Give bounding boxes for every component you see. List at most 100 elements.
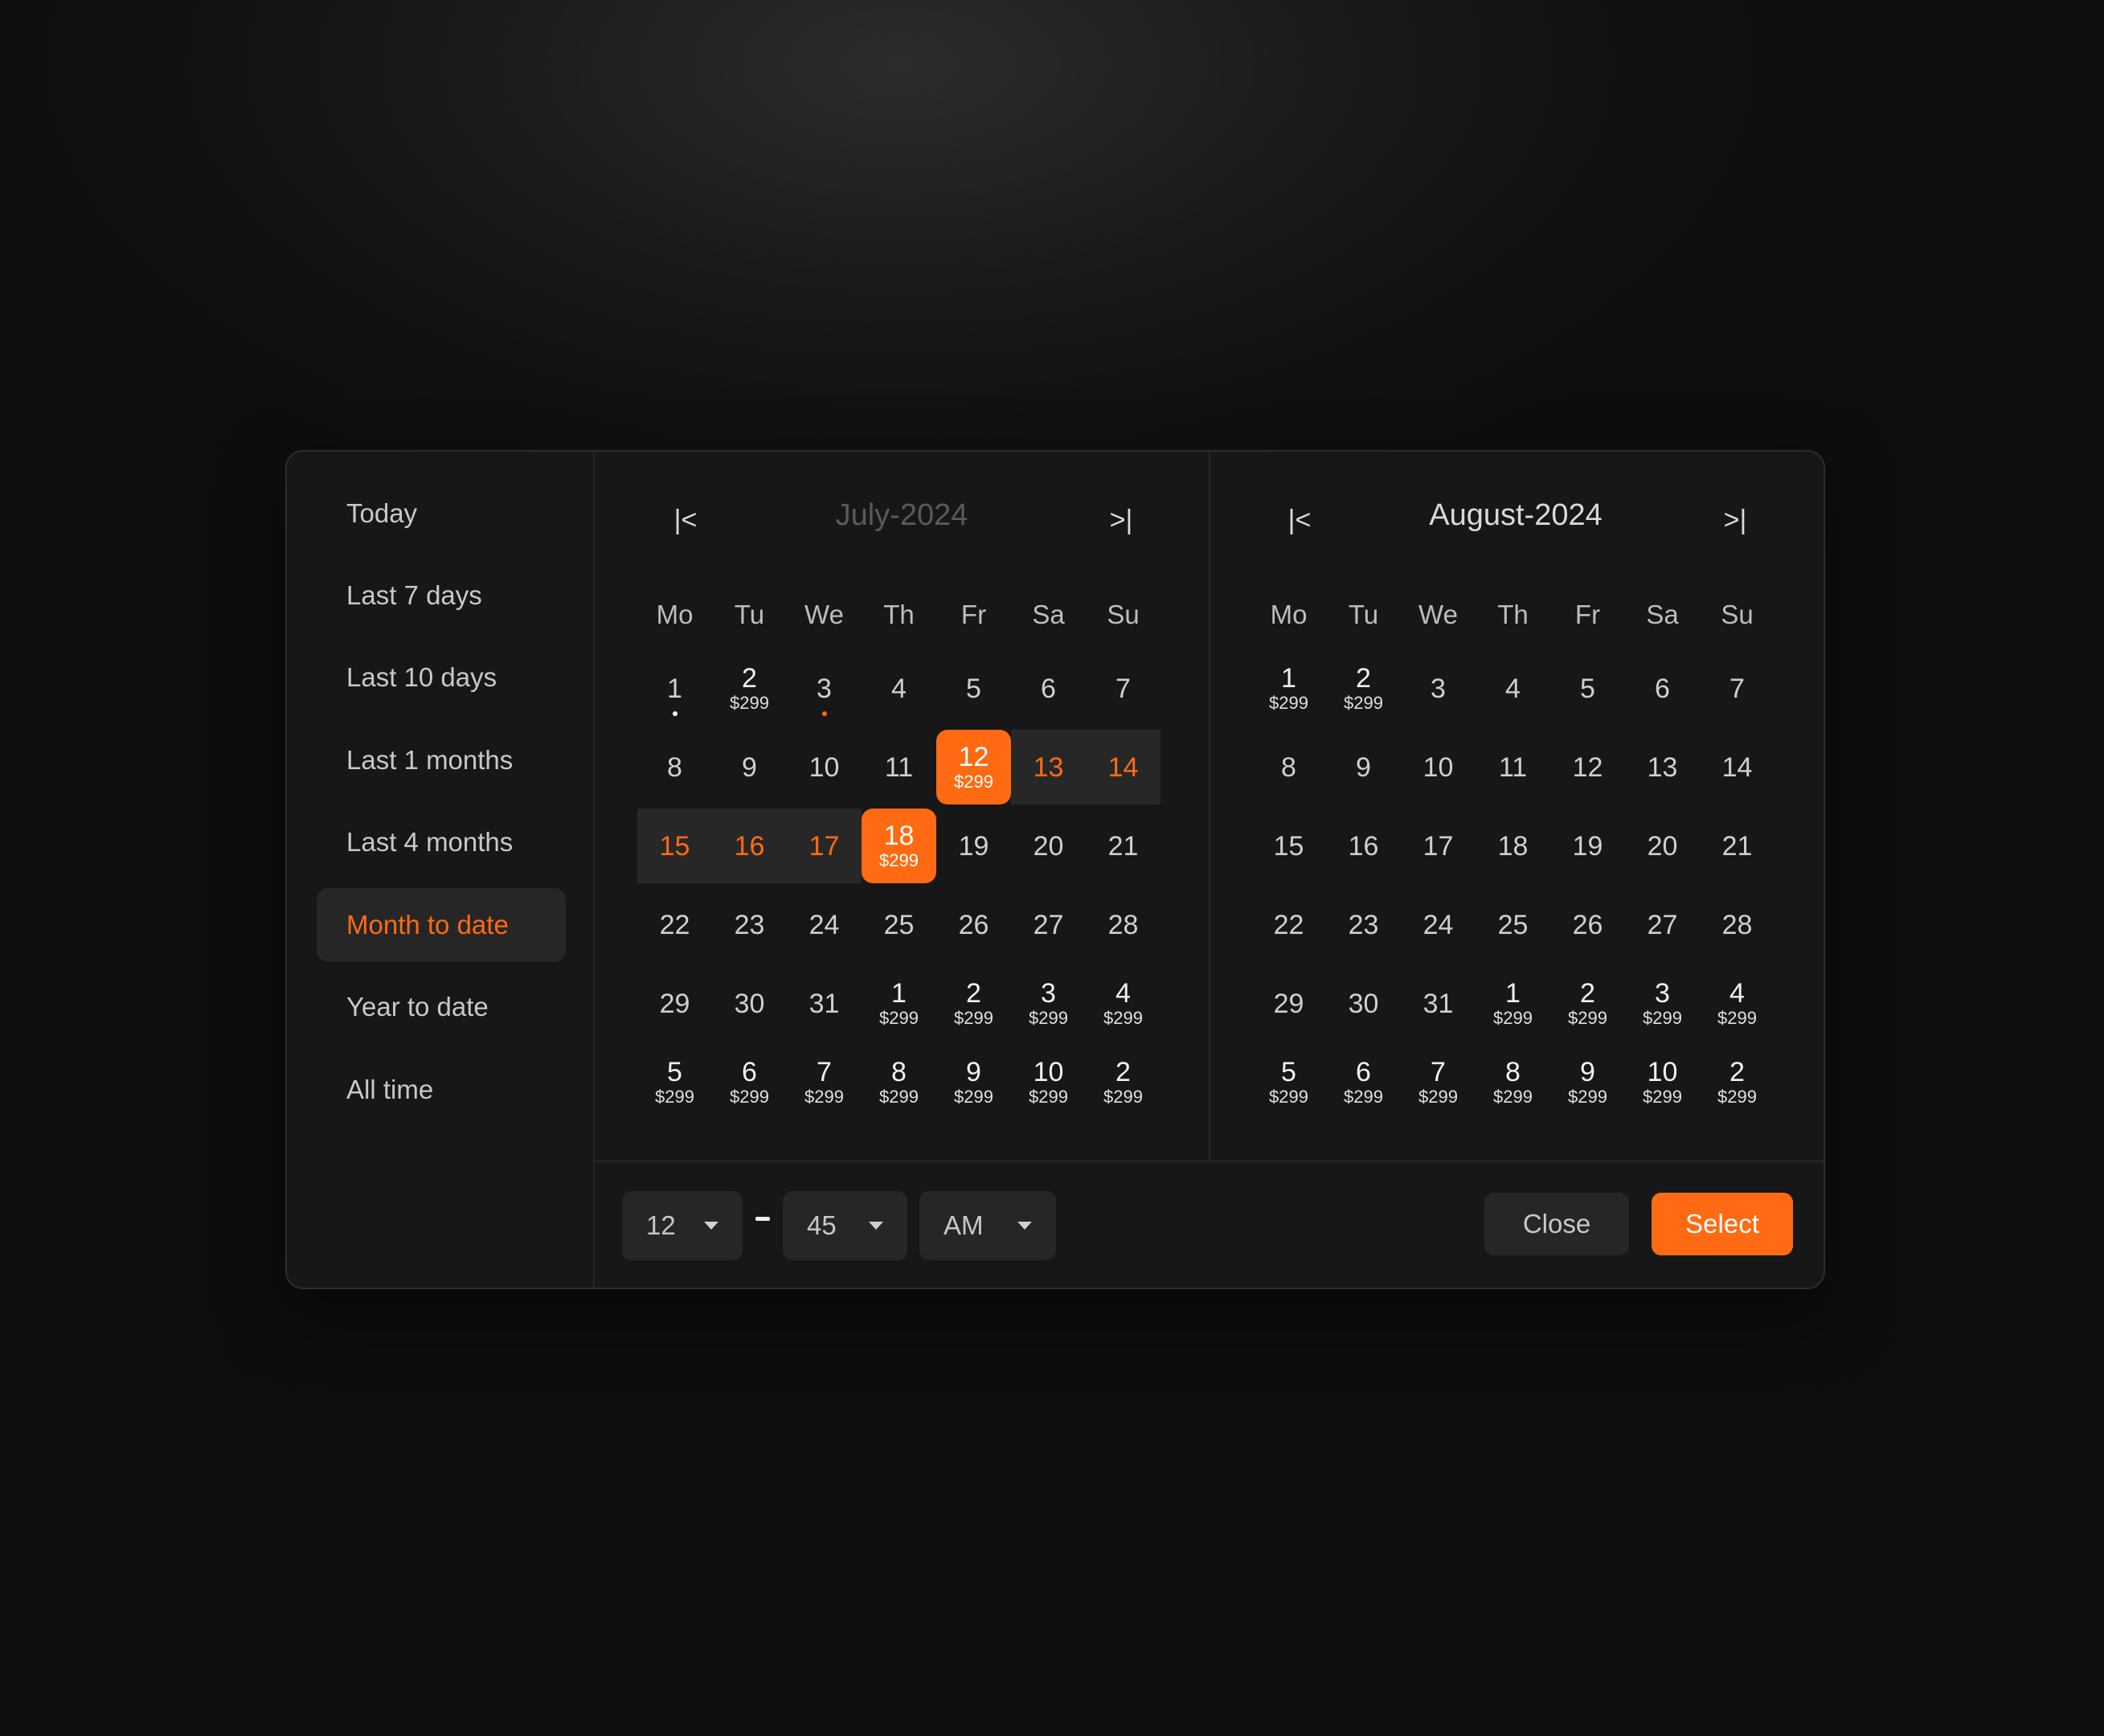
day-cell[interactable]: 29 [637, 966, 712, 1041]
day-cell[interactable]: 30 [712, 966, 787, 1041]
day-cell[interactable]: 7 $299 [787, 1045, 862, 1120]
day-cell[interactable]: 28 [1700, 887, 1774, 962]
day-cell[interactable]: 7 [1086, 651, 1160, 726]
day-cell[interactable]: 9 $299 [1550, 1045, 1625, 1120]
day-cell[interactable]: 5 $299 [1251, 1045, 1326, 1120]
period-select[interactable]: AM [919, 1191, 1056, 1260]
day-cell[interactable]: 3 $299 [1011, 966, 1086, 1041]
day-cell[interactable]: 11 [1476, 730, 1550, 805]
day-cell[interactable]: 25 [862, 887, 936, 962]
day-cell[interactable]: 7 [1700, 651, 1774, 726]
day-cell[interactable]: 15 [1251, 809, 1326, 883]
day-cell[interactable]: 17 [1401, 809, 1476, 883]
day-cell[interactable]: 1 [637, 651, 712, 726]
day-cell[interactable]: 18 [1476, 809, 1550, 883]
select-button[interactable]: Select [1652, 1193, 1793, 1255]
day-cell[interactable]: 2 $299 [936, 966, 1011, 1041]
day-cell-in-range[interactable]: 16 [712, 809, 787, 883]
day-cell[interactable]: 1 $299 [1251, 651, 1326, 726]
day-cell[interactable]: 26 [1550, 887, 1625, 962]
preset-all-time[interactable]: All time [317, 1053, 566, 1127]
day-cell[interactable]: 22 [637, 887, 712, 962]
day-cell[interactable]: 6 [1625, 651, 1700, 726]
day-cell[interactable]: 4 $299 [1700, 966, 1774, 1041]
day-cell[interactable]: 22 [1251, 887, 1326, 962]
day-cell-selected[interactable]: 12 $299 [936, 730, 1011, 805]
day-cell[interactable]: 7 $299 [1401, 1045, 1476, 1120]
day-cell-in-range[interactable]: 15 [637, 809, 712, 883]
day-cell[interactable]: 29 [1251, 966, 1326, 1041]
day-cell[interactable]: 2 $299 [1086, 1045, 1160, 1120]
day-cell[interactable]: 2 $299 [1550, 966, 1625, 1041]
day-cell[interactable]: 28 [1086, 887, 1160, 962]
weekday-header: Tu [1348, 600, 1379, 629]
day-cell[interactable]: 3 $299 [1625, 966, 1700, 1041]
day-cell[interactable]: 1 $299 [862, 966, 936, 1041]
day-cell[interactable]: 21 [1700, 809, 1774, 883]
day-cell[interactable]: 11 [862, 730, 936, 805]
day-cell[interactable]: 8 $299 [1476, 1045, 1550, 1120]
day-cell[interactable]: 9 $299 [936, 1045, 1011, 1120]
close-button[interactable]: Close [1484, 1193, 1629, 1255]
preset-last-4-months[interactable]: Last 4 months [317, 805, 566, 879]
day-cell[interactable]: 20 [1625, 809, 1700, 883]
day-cell[interactable]: 14 [1700, 730, 1774, 805]
day-cell[interactable]: 10 $299 [1011, 1045, 1086, 1120]
day-cell[interactable]: 12 [1550, 730, 1625, 805]
day-cell[interactable]: 31 [1401, 966, 1476, 1041]
preset-today[interactable]: Today [317, 477, 566, 551]
day-cell[interactable]: 24 [1401, 887, 1476, 962]
preset-year-to-date[interactable]: Year to date [317, 970, 566, 1044]
day-cell[interactable]: 20 [1011, 809, 1086, 883]
day-cell[interactable]: 6 $299 [1326, 1045, 1401, 1120]
day-cell[interactable]: 2 $299 [1700, 1045, 1774, 1120]
day-cell[interactable]: 4 [1476, 651, 1550, 726]
day-cell[interactable]: 23 [1326, 887, 1401, 962]
day-cell[interactable]: 24 [787, 887, 862, 962]
day-cell[interactable]: 10 [787, 730, 862, 805]
day-cell[interactable]: 6 [1011, 651, 1086, 726]
minute-select[interactable]: 45 [783, 1191, 907, 1260]
day-cell-in-range[interactable]: 13 [1011, 730, 1086, 805]
day-cell[interactable]: 4 $299 [1086, 966, 1160, 1041]
day-cell[interactable]: 9 [1326, 730, 1401, 805]
day-cell[interactable]: 6 $299 [712, 1045, 787, 1120]
preset-last-1-months[interactable]: Last 1 months [317, 723, 566, 797]
day-cell[interactable]: 4 [862, 651, 936, 726]
day-cell[interactable]: 8 [1251, 730, 1326, 805]
last-page-icon[interactable]: >| [1715, 500, 1755, 540]
day-cell[interactable]: 3 [1401, 651, 1476, 726]
day-cell[interactable]: 8 [637, 730, 712, 805]
day-cell[interactable]: 2 $299 [712, 651, 787, 726]
preset-month-to-date[interactable]: Month to date [317, 888, 566, 962]
day-cell-in-range[interactable]: 14 [1086, 730, 1160, 805]
day-cell[interactable]: 21 [1086, 809, 1160, 883]
hour-select[interactable]: 12 [622, 1191, 743, 1260]
day-cell[interactable]: 10 $299 [1625, 1045, 1700, 1120]
last-page-icon[interactable]: >| [1101, 500, 1141, 540]
day-cell[interactable]: 19 [1550, 809, 1625, 883]
day-cell[interactable]: 5 [936, 651, 1011, 726]
day-cell[interactable]: 25 [1476, 887, 1550, 962]
day-cell[interactable]: 8 $299 [862, 1045, 936, 1120]
day-cell[interactable]: 19 [936, 809, 1011, 883]
day-cell[interactable]: 5 $299 [637, 1045, 712, 1120]
day-cell[interactable]: 27 [1011, 887, 1086, 962]
day-cell[interactable]: 31 [787, 966, 862, 1041]
day-cell[interactable]: 16 [1326, 809, 1401, 883]
day-cell[interactable]: 30 [1326, 966, 1401, 1041]
day-cell[interactable]: 5 [1550, 651, 1625, 726]
preset-last-10-days[interactable]: Last 10 days [317, 641, 566, 714]
day-cell[interactable]: 13 [1625, 730, 1700, 805]
day-cell-selected[interactable]: 18 $299 [862, 809, 936, 883]
day-cell-in-range[interactable]: 17 [787, 809, 862, 883]
day-cell[interactable]: 23 [712, 887, 787, 962]
day-cell[interactable]: 10 [1401, 730, 1476, 805]
day-cell[interactable]: 9 [712, 730, 787, 805]
day-cell[interactable]: 3 [787, 651, 862, 726]
preset-last-7-days[interactable]: Last 7 days [317, 559, 566, 633]
day-cell[interactable]: 2 $299 [1326, 651, 1401, 726]
day-cell[interactable]: 1 $299 [1476, 966, 1550, 1041]
day-cell[interactable]: 27 [1625, 887, 1700, 962]
day-cell[interactable]: 26 [936, 887, 1011, 962]
